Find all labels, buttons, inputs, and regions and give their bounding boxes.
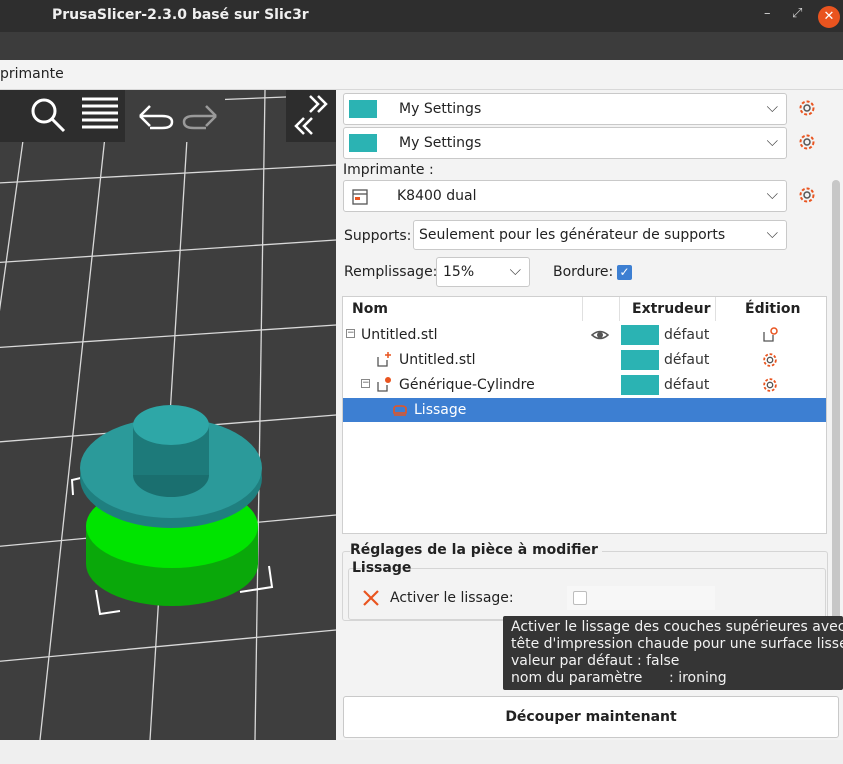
chevron-down-icon: ⌵ xyxy=(509,261,521,279)
part-settings-title: Réglages de la pièce à modifier xyxy=(350,542,602,558)
minimize-button[interactable]: – xyxy=(764,6,771,21)
slice-now-button[interactable]: Découper maintenant xyxy=(343,696,839,738)
part-name: Untitled.stl xyxy=(399,352,476,368)
modifier-name: Générique-Cylindre xyxy=(399,377,535,393)
close-button[interactable]: ✕ xyxy=(818,6,840,28)
extruder-value[interactable]: défaut xyxy=(664,352,709,368)
object-name: Untitled.stl xyxy=(361,327,438,343)
tooltip-line-1: Activer le lissage des couches supérieur… xyxy=(511,619,843,635)
gear-icon[interactable] xyxy=(797,98,817,118)
supports-label: Supports: xyxy=(344,228,412,244)
gear-icon[interactable] xyxy=(797,185,817,205)
title-bar: PrusaSlicer-2.3.0 basé sur Slic3r – ⤢ ✕ xyxy=(0,0,843,32)
print-color-swatch xyxy=(349,100,377,118)
ironing-enable-checkbox[interactable] xyxy=(573,591,587,605)
ironing-group-title: Lissage xyxy=(352,560,412,576)
column-extruder[interactable]: Extrudeur xyxy=(632,301,711,317)
printer-icon xyxy=(352,189,368,205)
chevron-down-icon: ⌵ xyxy=(766,224,778,242)
gear-icon[interactable] xyxy=(761,351,779,369)
infill-combo[interactable]: 15% ⌵ xyxy=(436,257,530,287)
printer-combo[interactable]: K8400 dual ⌵ xyxy=(343,180,787,212)
part-settings: Réglages de la pièce à modifier Lissage … xyxy=(342,540,828,621)
tab-bar: primante xyxy=(0,60,843,90)
infill-value: 15% xyxy=(443,264,475,280)
collapse-icon[interactable]: − xyxy=(361,379,370,388)
tab-printer-settings[interactable]: primante xyxy=(0,66,64,82)
filament-settings-combo[interactable]: My Settings ⌵ xyxy=(343,127,787,159)
filament-settings-value: My Settings xyxy=(399,135,482,151)
brim-checkbox[interactable]: ✓ xyxy=(617,265,632,280)
column-edit[interactable]: Édition xyxy=(745,301,800,317)
top-toolbar xyxy=(0,32,843,60)
extruder-value[interactable]: défaut xyxy=(664,377,709,393)
remove-setting-icon[interactable] xyxy=(362,589,380,607)
part-icon xyxy=(377,352,391,367)
tooltip: Activer le lissage des couches supérieur… xyxy=(503,616,843,690)
extruder-swatch[interactable] xyxy=(621,375,659,395)
print-settings-combo[interactable]: My Settings ⌵ xyxy=(343,93,787,125)
status-bar xyxy=(0,740,843,764)
chevron-down-icon: ⌵ xyxy=(766,98,778,116)
column-name[interactable]: Nom xyxy=(352,301,388,317)
brim-label: Bordure: xyxy=(553,264,614,280)
3d-viewport[interactable] xyxy=(0,90,336,740)
chevron-down-icon: ⌵ xyxy=(766,132,778,150)
list-item-modifier[interactable]: − Générique-Cylindre défaut xyxy=(343,373,826,397)
modifier-icon xyxy=(377,377,391,392)
print-settings-value: My Settings xyxy=(399,101,482,117)
eye-icon[interactable] xyxy=(591,326,609,344)
extruder-swatch[interactable] xyxy=(621,325,659,345)
supports-combo[interactable]: Seulement pour les générateur de support… xyxy=(413,220,787,250)
tooltip-line-4: nom du paramètre : ironing xyxy=(511,670,727,686)
supports-value: Seulement pour les générateur de support… xyxy=(419,227,726,243)
list-item-object[interactable]: − Untitled.stl défaut xyxy=(343,323,826,347)
gear-icon[interactable] xyxy=(797,132,817,152)
printer-label: Imprimante : xyxy=(343,162,434,178)
extruder-value[interactable]: défaut xyxy=(664,327,709,343)
sidebar-scrollbar[interactable] xyxy=(832,180,840,688)
list-item-ironing-settings[interactable]: Lissage xyxy=(343,398,826,422)
ironing-enable-label: Activer le lissage: xyxy=(390,590,514,606)
list-item-part[interactable]: Untitled.stl défaut xyxy=(343,348,826,372)
filament-color-swatch xyxy=(349,134,377,152)
chevron-down-icon: ⌵ xyxy=(766,185,778,203)
gear-icon[interactable] xyxy=(761,376,779,394)
collapse-icon[interactable]: − xyxy=(346,329,355,338)
tooltip-line-2: tête d'impression chaude pour une surfac… xyxy=(511,636,843,652)
ironing-icon xyxy=(393,405,407,416)
tooltip-line-3: valeur par défaut : false xyxy=(511,653,680,669)
window-title: PrusaSlicer-2.3.0 basé sur Slic3r xyxy=(52,7,309,23)
maximize-button[interactable]: ⤢ xyxy=(792,6,802,21)
printer-value: K8400 dual xyxy=(397,188,477,204)
edit-settings-icon[interactable] xyxy=(761,326,779,344)
extruder-swatch[interactable] xyxy=(621,350,659,370)
object-list[interactable]: Nom Extrudeur Édition − Untitled.stl déf… xyxy=(342,296,827,534)
infill-label: Remplissage: xyxy=(344,264,438,280)
ironing-settings-label: Lissage xyxy=(414,402,467,418)
